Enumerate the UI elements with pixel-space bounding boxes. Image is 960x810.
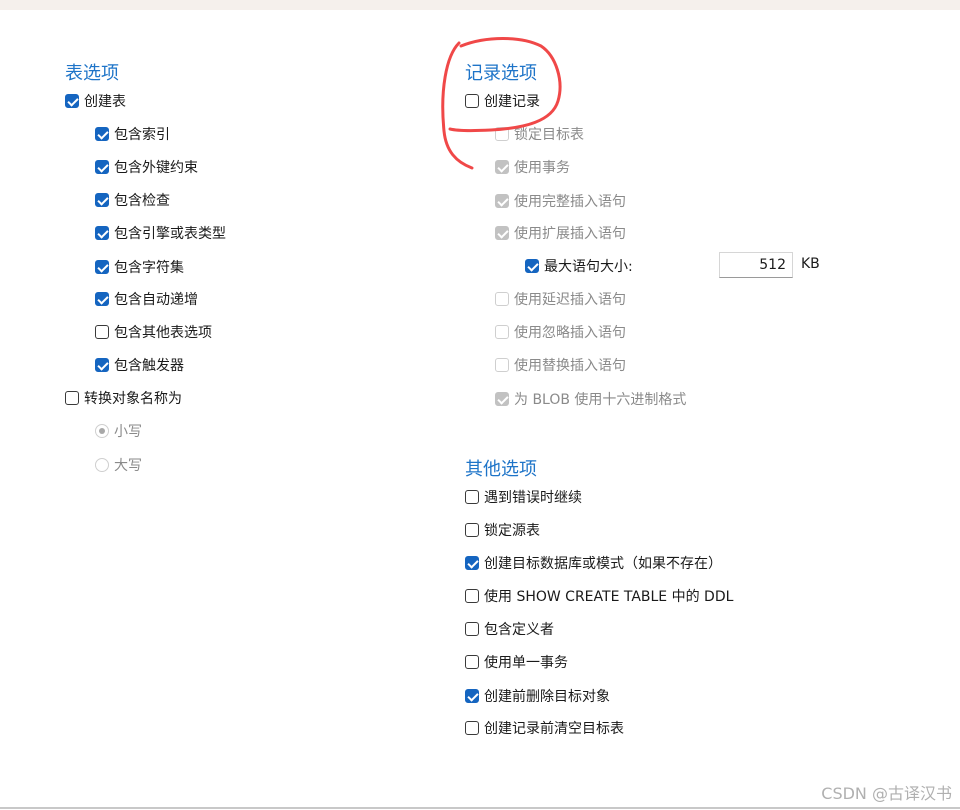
other-options-title: 其他选项 <box>465 459 537 480</box>
drop-before-create-checkbox[interactable] <box>465 689 479 703</box>
single-transaction-option[interactable]: 使用单一事务 <box>465 652 568 672</box>
include-check-label: 包含检查 <box>114 193 170 209</box>
extended-insert-option[interactable]: 使用扩展插入语句 <box>495 223 626 243</box>
uppercase-label: 大写 <box>114 458 142 474</box>
include-index-option[interactable]: 包含索引 <box>95 124 170 144</box>
complete-insert-label: 使用完整插入语句 <box>514 194 626 210</box>
ignore-insert-option[interactable]: 使用忽略插入语句 <box>495 322 626 342</box>
include-definer-checkbox[interactable] <box>465 622 479 636</box>
bottom-border <box>0 807 960 809</box>
include-check-option[interactable]: 包含检查 <box>95 190 170 210</box>
red-annotation-mark <box>441 37 562 170</box>
include-index-label: 包含索引 <box>114 127 170 143</box>
include-other-option[interactable]: 包含其他表选项 <box>95 322 212 342</box>
include-engine-label: 包含引擎或表类型 <box>114 226 226 242</box>
lock-source-label: 锁定源表 <box>484 523 540 539</box>
replace-insert-checkbox[interactable] <box>495 358 509 372</box>
lowercase-label: 小写 <box>114 424 142 440</box>
include-autoinc-label: 包含自动递增 <box>114 292 198 308</box>
blob-hex-label: 为 BLOB 使用十六进制格式 <box>514 392 687 408</box>
replace-insert-option[interactable]: 使用替换插入语句 <box>495 355 626 375</box>
include-trigger-label: 包含触发器 <box>114 358 184 374</box>
include-index-checkbox[interactable] <box>95 127 109 141</box>
truncate-before-insert-option[interactable]: 创建记录前清空目标表 <box>465 718 624 738</box>
continue-on-error-label: 遇到错误时继续 <box>484 490 582 506</box>
max-stmt-size-unit: KB <box>801 256 820 272</box>
include-other-label: 包含其他表选项 <box>114 325 212 341</box>
include-autoinc-checkbox[interactable] <box>95 292 109 306</box>
single-transaction-label: 使用单一事务 <box>484 655 568 671</box>
max-stmt-size-label: 最大语句大小: <box>544 259 633 275</box>
uppercase-option[interactable]: 大写 <box>95 455 142 475</box>
delayed-insert-checkbox[interactable] <box>495 292 509 306</box>
include-definer-label: 包含定义者 <box>484 622 554 638</box>
replace-insert-label: 使用替换插入语句 <box>514 358 626 374</box>
include-fk-option[interactable]: 包含外键约束 <box>95 157 198 177</box>
table-options-title: 表选项 <box>65 63 119 84</box>
blob-hex-checkbox[interactable] <box>495 392 509 406</box>
show-create-ddl-checkbox[interactable] <box>465 589 479 603</box>
lock-source-checkbox[interactable] <box>465 523 479 537</box>
delayed-insert-option[interactable]: 使用延迟插入语句 <box>495 289 626 309</box>
include-definer-option[interactable]: 包含定义者 <box>465 619 554 639</box>
drop-before-create-label: 创建前删除目标对象 <box>484 689 610 705</box>
single-transaction-checkbox[interactable] <box>465 655 479 669</box>
delayed-insert-label: 使用延迟插入语句 <box>514 292 626 308</box>
include-check-checkbox[interactable] <box>95 193 109 207</box>
truncate-before-insert-checkbox[interactable] <box>465 721 479 735</box>
lowercase-option[interactable]: 小写 <box>95 421 142 441</box>
annotation-stroke <box>441 37 562 170</box>
include-charset-checkbox[interactable] <box>95 260 109 274</box>
ignore-insert-checkbox[interactable] <box>495 325 509 339</box>
create-target-db-option[interactable]: 创建目标数据库或模式（如果不存在） <box>465 553 722 573</box>
convert-names-label: 转换对象名称为 <box>84 391 182 407</box>
include-fk-label: 包含外键约束 <box>114 160 198 176</box>
complete-insert-option[interactable]: 使用完整插入语句 <box>495 191 626 211</box>
create-table-checkbox[interactable] <box>65 94 79 108</box>
extended-insert-label: 使用扩展插入语句 <box>514 226 626 242</box>
include-fk-checkbox[interactable] <box>95 160 109 174</box>
include-charset-option[interactable]: 包含字符集 <box>95 257 184 277</box>
include-engine-checkbox[interactable] <box>95 226 109 240</box>
drop-before-create-option[interactable]: 创建前删除目标对象 <box>465 686 610 706</box>
create-table-option[interactable]: 创建表 <box>65 91 126 111</box>
extended-insert-checkbox[interactable] <box>495 226 509 240</box>
complete-insert-checkbox[interactable] <box>495 194 509 208</box>
create-target-db-checkbox[interactable] <box>465 556 479 570</box>
show-create-ddl-option[interactable]: 使用 SHOW CREATE TABLE 中的 DDL <box>465 586 733 606</box>
csdn-watermark: CSDN @古译汉书 <box>821 784 952 803</box>
uppercase-radio[interactable] <box>95 458 109 472</box>
create-table-label: 创建表 <box>84 94 126 110</box>
create-target-db-label: 创建目标数据库或模式（如果不存在） <box>484 556 722 572</box>
convert-names-checkbox[interactable] <box>65 391 79 405</box>
max-stmt-size-checkbox[interactable] <box>525 259 539 273</box>
window-top-strip <box>0 0 960 10</box>
max-stmt-size-option[interactable]: 最大语句大小: <box>525 256 633 276</box>
truncate-before-insert-label: 创建记录前清空目标表 <box>484 721 624 737</box>
include-other-checkbox[interactable] <box>95 325 109 339</box>
blob-hex-option[interactable]: 为 BLOB 使用十六进制格式 <box>495 389 686 409</box>
lock-source-option[interactable]: 锁定源表 <box>465 520 540 540</box>
include-trigger-checkbox[interactable] <box>95 358 109 372</box>
include-autoinc-option[interactable]: 包含自动递增 <box>95 289 198 309</box>
include-trigger-option[interactable]: 包含触发器 <box>95 355 184 375</box>
lowercase-radio[interactable] <box>95 424 109 438</box>
include-engine-option[interactable]: 包含引擎或表类型 <box>95 223 226 243</box>
convert-names-option[interactable]: 转换对象名称为 <box>65 388 182 408</box>
show-create-ddl-label: 使用 SHOW CREATE TABLE 中的 DDL <box>484 589 734 605</box>
max-stmt-size-input[interactable]: 512 <box>719 252 793 278</box>
include-charset-label: 包含字符集 <box>114 260 184 276</box>
ignore-insert-label: 使用忽略插入语句 <box>514 325 626 341</box>
continue-on-error-option[interactable]: 遇到错误时继续 <box>465 487 582 507</box>
continue-on-error-checkbox[interactable] <box>465 490 479 504</box>
